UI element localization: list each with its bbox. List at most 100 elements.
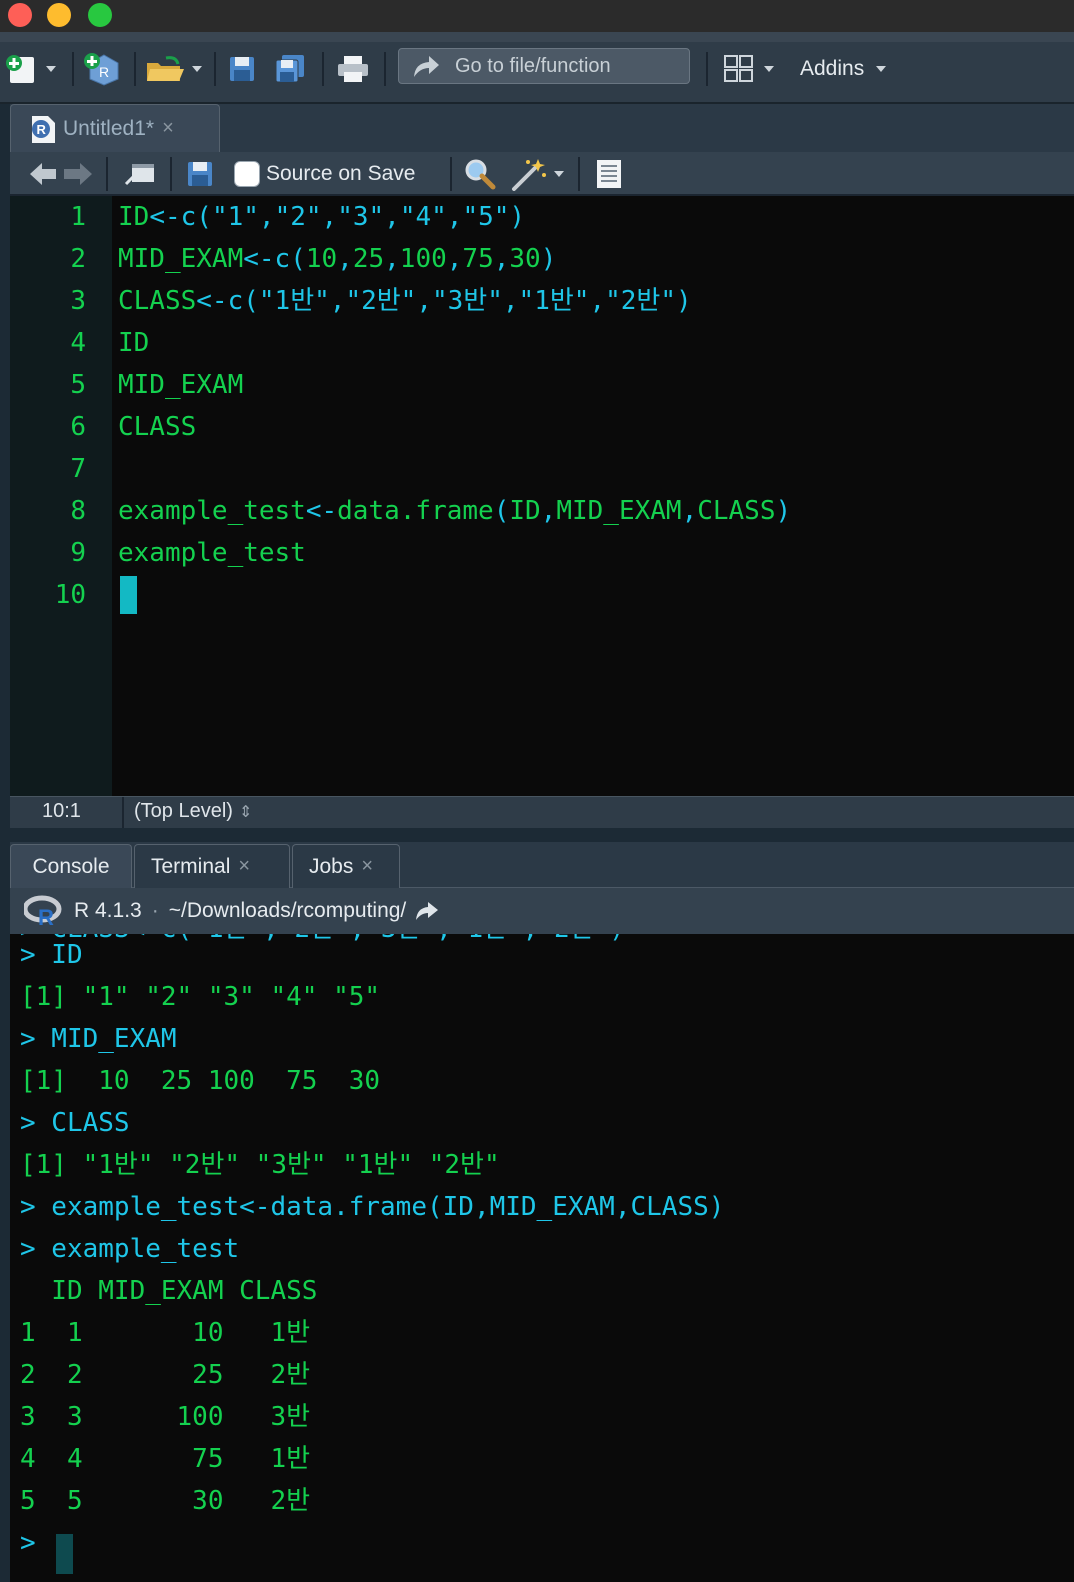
tab-untitled1[interactable]: R Untitled1* × xyxy=(10,104,220,152)
tab-jobs-label: Jobs xyxy=(309,854,354,878)
console-cursor xyxy=(56,1534,73,1574)
tab-console[interactable]: Console xyxy=(10,844,132,888)
console-line: [1] "1" "2" "3" "4" "5" xyxy=(20,982,381,1012)
toolbar-separator xyxy=(72,52,74,86)
chevron-down-icon xyxy=(192,66,202,72)
main-toolbar: R Go to file/function Addins xyxy=(0,32,1074,104)
r-script-file-icon: R xyxy=(32,115,55,143)
forward-arrow-icon[interactable] xyxy=(64,163,92,185)
line-number: 8 xyxy=(70,496,86,526)
toolbar-separator xyxy=(106,157,108,191)
line-number: 5 xyxy=(70,370,86,400)
svg-text:R: R xyxy=(37,122,47,137)
code-editor[interactable]: 1 2 3 4 5 6 7 8 9 10 ID<-c("1","2","3","… xyxy=(10,196,1074,796)
console-line: [1] "1반" "2반" "3반" "1반" "2반" xyxy=(20,1150,500,1180)
source-on-save-toggle[interactable]: Source on Save xyxy=(234,158,415,190)
source-on-save-checkbox[interactable] xyxy=(234,161,260,187)
code-tools-button[interactable] xyxy=(510,156,564,192)
zoom-window-button[interactable] xyxy=(88,3,112,27)
tab-jobs[interactable]: Jobs × xyxy=(292,844,400,888)
close-tab-icon[interactable]: × xyxy=(361,855,373,878)
code-line: MID_EXAM xyxy=(118,370,244,400)
print-button[interactable] xyxy=(336,52,370,86)
source-on-save-label: Source on Save xyxy=(266,162,416,185)
open-file-button[interactable] xyxy=(144,52,202,86)
new-file-button[interactable] xyxy=(4,52,56,86)
close-tab-icon[interactable]: × xyxy=(162,117,174,140)
go-to-placeholder: Go to file/function xyxy=(455,54,611,77)
code-line: MID_EXAM<-c(10,25,100,75,30) xyxy=(118,244,557,274)
back-arrow-icon[interactable] xyxy=(30,163,56,185)
line-number: 4 xyxy=(70,328,86,358)
window-title-bar xyxy=(0,0,1074,32)
save-all-button[interactable] xyxy=(274,52,308,86)
console-line: 5 5 30 2반 xyxy=(20,1486,311,1516)
up-down-arrows-icon: ⇕ xyxy=(238,803,253,821)
line-number-gutter: 1 2 3 4 5 6 7 8 9 10 xyxy=(10,196,112,796)
code-line: CLASS xyxy=(118,412,197,442)
save-button[interactable] xyxy=(228,52,256,86)
code-line: CLASS<-c("1반","2반","3반","1반","2반") xyxy=(118,286,692,316)
toolbar-separator xyxy=(450,157,452,191)
go-to-file-function-input[interactable]: Go to file/function xyxy=(398,48,690,84)
toolbar-separator xyxy=(384,52,386,86)
go-to-directory-arrow-icon[interactable] xyxy=(414,900,440,922)
new-project-icon: R xyxy=(84,53,119,86)
console-line: 3 3 100 3반 xyxy=(20,1402,311,1432)
console-line: > example_test xyxy=(20,1234,240,1264)
code-line: example_test xyxy=(118,538,306,568)
chevron-down-icon xyxy=(764,66,774,72)
workspace-panes-button[interactable] xyxy=(724,52,774,86)
search-icon[interactable] xyxy=(464,158,496,190)
toolbar-separator xyxy=(134,52,136,86)
cursor-position: 10:1 xyxy=(42,800,81,822)
back-forward-arrows xyxy=(30,163,92,185)
text-cursor xyxy=(120,576,137,614)
tab-untitled1-label: Untitled1* xyxy=(63,116,155,140)
console-output[interactable]: > CLASS<-c("1반","2반","3반","1반","2반") > I… xyxy=(10,934,1074,1582)
line-number: 3 xyxy=(70,286,86,316)
editor-tab-strip: R Untitled1* × xyxy=(10,104,1074,152)
go-to-arrow-icon xyxy=(414,56,439,77)
console-line: 4 4 75 1반 xyxy=(20,1444,311,1474)
toolbar-separator xyxy=(214,52,216,86)
line-number: 10 xyxy=(54,580,86,610)
line-number: 1 xyxy=(70,202,86,232)
toolbar-separator xyxy=(706,52,708,86)
line-number: 7 xyxy=(70,454,86,484)
working-directory: ~/Downloads/rcomputing/ xyxy=(168,899,407,922)
show-in-new-window-icon[interactable] xyxy=(122,160,156,188)
print-icon xyxy=(338,56,368,82)
tab-terminal[interactable]: Terminal × xyxy=(134,844,290,888)
grid-layout-icon xyxy=(724,55,753,82)
addins-menu[interactable]: Addins xyxy=(800,52,887,86)
scope-selector[interactable]: (Top Level) ⇕ xyxy=(134,800,252,823)
close-tab-icon[interactable]: × xyxy=(238,855,250,878)
pane-splitter[interactable] xyxy=(0,828,1074,842)
close-window-button[interactable] xyxy=(8,3,32,27)
document-outline-icon[interactable] xyxy=(594,158,624,190)
addins-label: Addins xyxy=(800,57,865,80)
line-number: 9 xyxy=(70,538,86,568)
console-line: 2 2 25 2반 xyxy=(20,1360,311,1390)
editor-status-bar: 10:1 (Top Level) ⇕ xyxy=(10,796,1074,829)
save-all-icon xyxy=(275,55,304,83)
magic-wand-icon xyxy=(512,159,546,191)
console-header: R R 4.1.3 · ~/Downloads/rcomputing/ xyxy=(10,888,1074,934)
scope-label: (Top Level) xyxy=(134,800,233,822)
new-project-button[interactable]: R xyxy=(82,52,122,86)
console-line: > ID xyxy=(20,940,83,970)
chevron-down-icon xyxy=(554,171,564,177)
path-separator: · xyxy=(151,899,159,922)
chevron-down-icon xyxy=(876,66,887,72)
new-file-icon xyxy=(6,55,34,83)
code-line: example_test<-data.frame(ID,MID_EXAM,CLA… xyxy=(118,496,792,526)
open-folder-icon xyxy=(147,56,184,81)
save-icon[interactable] xyxy=(186,160,214,188)
line-number: 6 xyxy=(70,412,86,442)
minimize-window-button[interactable] xyxy=(47,3,71,27)
editor-toolbar: Source on Save xyxy=(10,152,1074,196)
console-prompt[interactable]: > xyxy=(20,1522,51,1564)
console-line: > CLASS xyxy=(20,1108,130,1138)
tab-terminal-label: Terminal xyxy=(151,854,231,878)
